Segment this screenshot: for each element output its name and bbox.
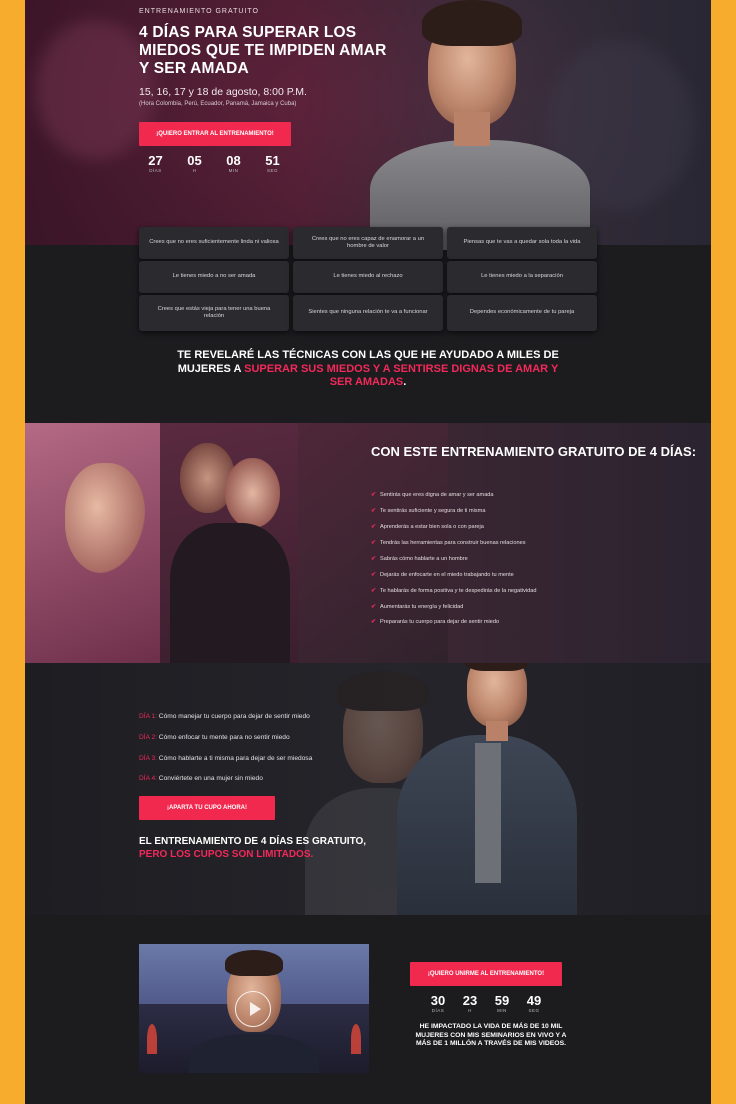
countdown-days: 30 DÍAS: [422, 993, 454, 1013]
benefits-title: CON ESTE ENTRENAMIENTO GRATUITO DE 4 DÍA…: [371, 444, 697, 459]
reveal-highlight: SUPERAR SUS MIEDOS Y A SENTIRSE DIGNAS D…: [244, 362, 559, 389]
join-training-button[interactable]: ¡QUIERO UNIRME AL ENTRENAMIENTO!: [410, 962, 562, 986]
day-label: DÍA 3:: [139, 755, 157, 762]
countdown-value: 30: [430, 993, 446, 1008]
fear-card: Sientes que ninguna relación te va a fun…: [293, 295, 443, 331]
hero-date: 15, 16, 17 y 18 de agosto, 8:00 P.M.: [139, 86, 307, 98]
countdown-value: 05: [187, 153, 202, 168]
benefit-item: ✔ Aprenderás a estar bien sola o con pare…: [371, 523, 484, 531]
benefit-text: Aprenderás a estar bien sola o con parej…: [380, 523, 484, 530]
benefit-item: ✔ Dejarás de enfocarte en el miedo trabaj…: [371, 571, 514, 579]
hero-countdown: 27 DÍAS 05 H 08 MIN 51 SEG: [136, 153, 292, 173]
countdown-days: 27 DÍAS: [136, 153, 175, 173]
day-text: Conviértete en una mujer sin miedo: [156, 775, 263, 782]
benefit-item: ✔ Sentirás que eres digna de amar y ser a…: [371, 491, 494, 499]
benefit-text: Te sentirás suficiente y segura de ti mi…: [380, 507, 486, 514]
fear-card: Dependes económicamente de tu pareja: [447, 295, 597, 331]
benefit-item: ✔ Tendrás las herramientas para construir…: [371, 539, 526, 547]
countdown-minutes: 08 MIN: [214, 153, 253, 173]
check-icon: ✔: [371, 588, 377, 594]
fear-card: Le tienes miedo al rechazo: [293, 261, 443, 293]
check-icon: ✔: [371, 540, 377, 546]
days-section: [25, 663, 711, 915]
impact-statement: HE IMPACTADO LA VIDA DE MÁS DE 10 MIL MU…: [415, 1023, 567, 1048]
day-item: DÍA 1: Cómo manejar tu cuerpo para dejar…: [139, 713, 310, 720]
countdown-label: H: [468, 1008, 472, 1013]
limited-line: EL ENTRENAMIENTO DE 4 DÍAS ES GRATUITO,: [139, 836, 367, 847]
countdown-label: MIN: [497, 1008, 507, 1013]
countdown-label: SEG: [528, 1008, 540, 1013]
fear-card: Piensas que te vas a quedar sola toda la…: [447, 227, 597, 259]
fear-card: Crees que no eres capaz de enamorar a un…: [293, 227, 443, 259]
benefit-item: ✔ Te hablarás de forma positiva y te desp…: [371, 587, 537, 595]
countdown-seconds: 49 SEG: [518, 993, 550, 1013]
day-item: DÍA 3: Cómo hablarte a ti misma para dej…: [139, 755, 312, 762]
hero-background-photo: [35, 20, 155, 160]
check-icon: ✔: [371, 524, 377, 530]
countdown-label: MIN: [228, 168, 239, 173]
play-icon[interactable]: [235, 991, 271, 1027]
countdown-label: H: [192, 168, 197, 173]
limited-line-highlight: PERO LOS CUPOS SON LIMITADOS.: [139, 849, 314, 860]
countdown-minutes: 59 MIN: [486, 993, 518, 1013]
benefit-text: Te hablarás de forma positiva y te despe…: [380, 587, 537, 594]
day-item: DÍA 2: Cómo enfocar tu mente para no sen…: [139, 734, 290, 741]
day-label: DÍA 4:: [139, 775, 157, 782]
benefit-text: Sentirás que eres digna de amar y ser am…: [380, 491, 494, 498]
couple-photo: [160, 423, 298, 663]
countdown-label: DÍAS: [431, 1008, 445, 1013]
limited-spots-text: EL ENTRENAMIENTO DE 4 DÍAS ES GRATUITO, …: [139, 835, 399, 861]
countdown-value: 59: [494, 993, 510, 1008]
reserve-spot-button[interactable]: ¡APARTA TU CUPO AHORA!: [139, 796, 275, 820]
hero-eyebrow: ENTRENAMIENTO GRATUITO: [139, 8, 260, 15]
day-label: DÍA 1:: [139, 713, 157, 720]
host-standing-photo: [397, 663, 577, 915]
check-icon: ✔: [371, 508, 377, 514]
benefit-text: Tendrás las herramientas para construir …: [380, 539, 526, 546]
day-label: DÍA 2:: [139, 734, 157, 741]
countdown-value: 51: [265, 153, 280, 168]
hero-host-photo: [370, 0, 590, 250]
check-icon: ✔: [371, 492, 377, 498]
day-text: Cómo manejar tu cuerpo para dejar de sen…: [156, 713, 310, 720]
benefit-text: Aumentarás tu energía y felicidad: [380, 603, 464, 610]
fear-card: Crees que no eres suficientemente linda …: [139, 227, 289, 259]
countdown-seconds: 51 SEG: [253, 153, 292, 173]
check-icon: ✔: [371, 572, 377, 578]
footer-countdown: 30 DÍAS 23 H 59 MIN 49 SEG: [422, 993, 550, 1013]
couple-photo: [25, 423, 160, 663]
countdown-label: DÍAS: [149, 168, 162, 173]
benefit-item: ✔ Te sentirás suficiente y segura de ti m…: [371, 507, 486, 515]
day-item: DÍA 4: Conviértete en una mujer sin mied…: [139, 775, 263, 782]
reveal-end: .: [403, 376, 407, 388]
hero-title: 4 DÍAS PARA SUPERAR LOS MIEDOS QUE TE IM…: [139, 24, 387, 77]
countdown-value: 27: [148, 153, 163, 168]
check-icon: ✔: [371, 556, 377, 562]
benefit-item: ✔ Sabrás cómo hablarte a un hombre: [371, 555, 468, 563]
countdown-value: 08: [226, 153, 241, 168]
landing-page: ENTRENAMIENTO GRATUITO 4 DÍAS PARA SUPER…: [25, 0, 711, 1104]
day-text: Cómo enfocar tu mente para no sentir mie…: [156, 734, 290, 741]
check-icon: ✔: [371, 604, 377, 610]
check-icon: ✔: [371, 619, 377, 625]
hero-cta-button[interactable]: ¡QUIERO ENTRAR AL ENTRENAMIENTO!: [139, 122, 291, 146]
benefit-text: Prepararás tu cuerpo para dejar de senti…: [380, 618, 500, 625]
reveal-headline: TE REVELARÉ LAS TÉCNICAS CON LAS QUE HE …: [175, 349, 561, 390]
benefit-item: ✔ Prepararás tu cuerpo para dejar de sent…: [371, 618, 500, 626]
hero-section: ENTRENAMIENTO GRATUITO 4 DÍAS PARA SUPER…: [25, 0, 711, 250]
countdown-hours: 23 H: [454, 993, 486, 1013]
countdown-value: 23: [462, 993, 478, 1008]
benefit-text: Dejarás de enfocarte en el miedo trabaja…: [380, 571, 514, 578]
fear-card: Le tienes miedo a no ser amada: [139, 261, 289, 293]
countdown-hours: 05 H: [175, 153, 214, 173]
video-player[interactable]: [139, 944, 369, 1073]
countdown-value: 49: [526, 993, 542, 1008]
hero-timezone-note: (Hora Colombia, Perú, Ecuador, Panamá, J…: [139, 101, 297, 107]
fear-card: Le tienes miedo a la separación: [447, 261, 597, 293]
benefit-text: Sabrás cómo hablarte a un hombre: [380, 555, 468, 562]
day-text: Cómo hablarte a ti misma para dejar de s…: [156, 755, 313, 762]
benefit-item: ✔ Aumentarás tu energía y felicidad: [371, 603, 464, 611]
fear-card: Crees que estás vieja para tener una bue…: [139, 295, 289, 331]
countdown-label: SEG: [266, 168, 278, 173]
